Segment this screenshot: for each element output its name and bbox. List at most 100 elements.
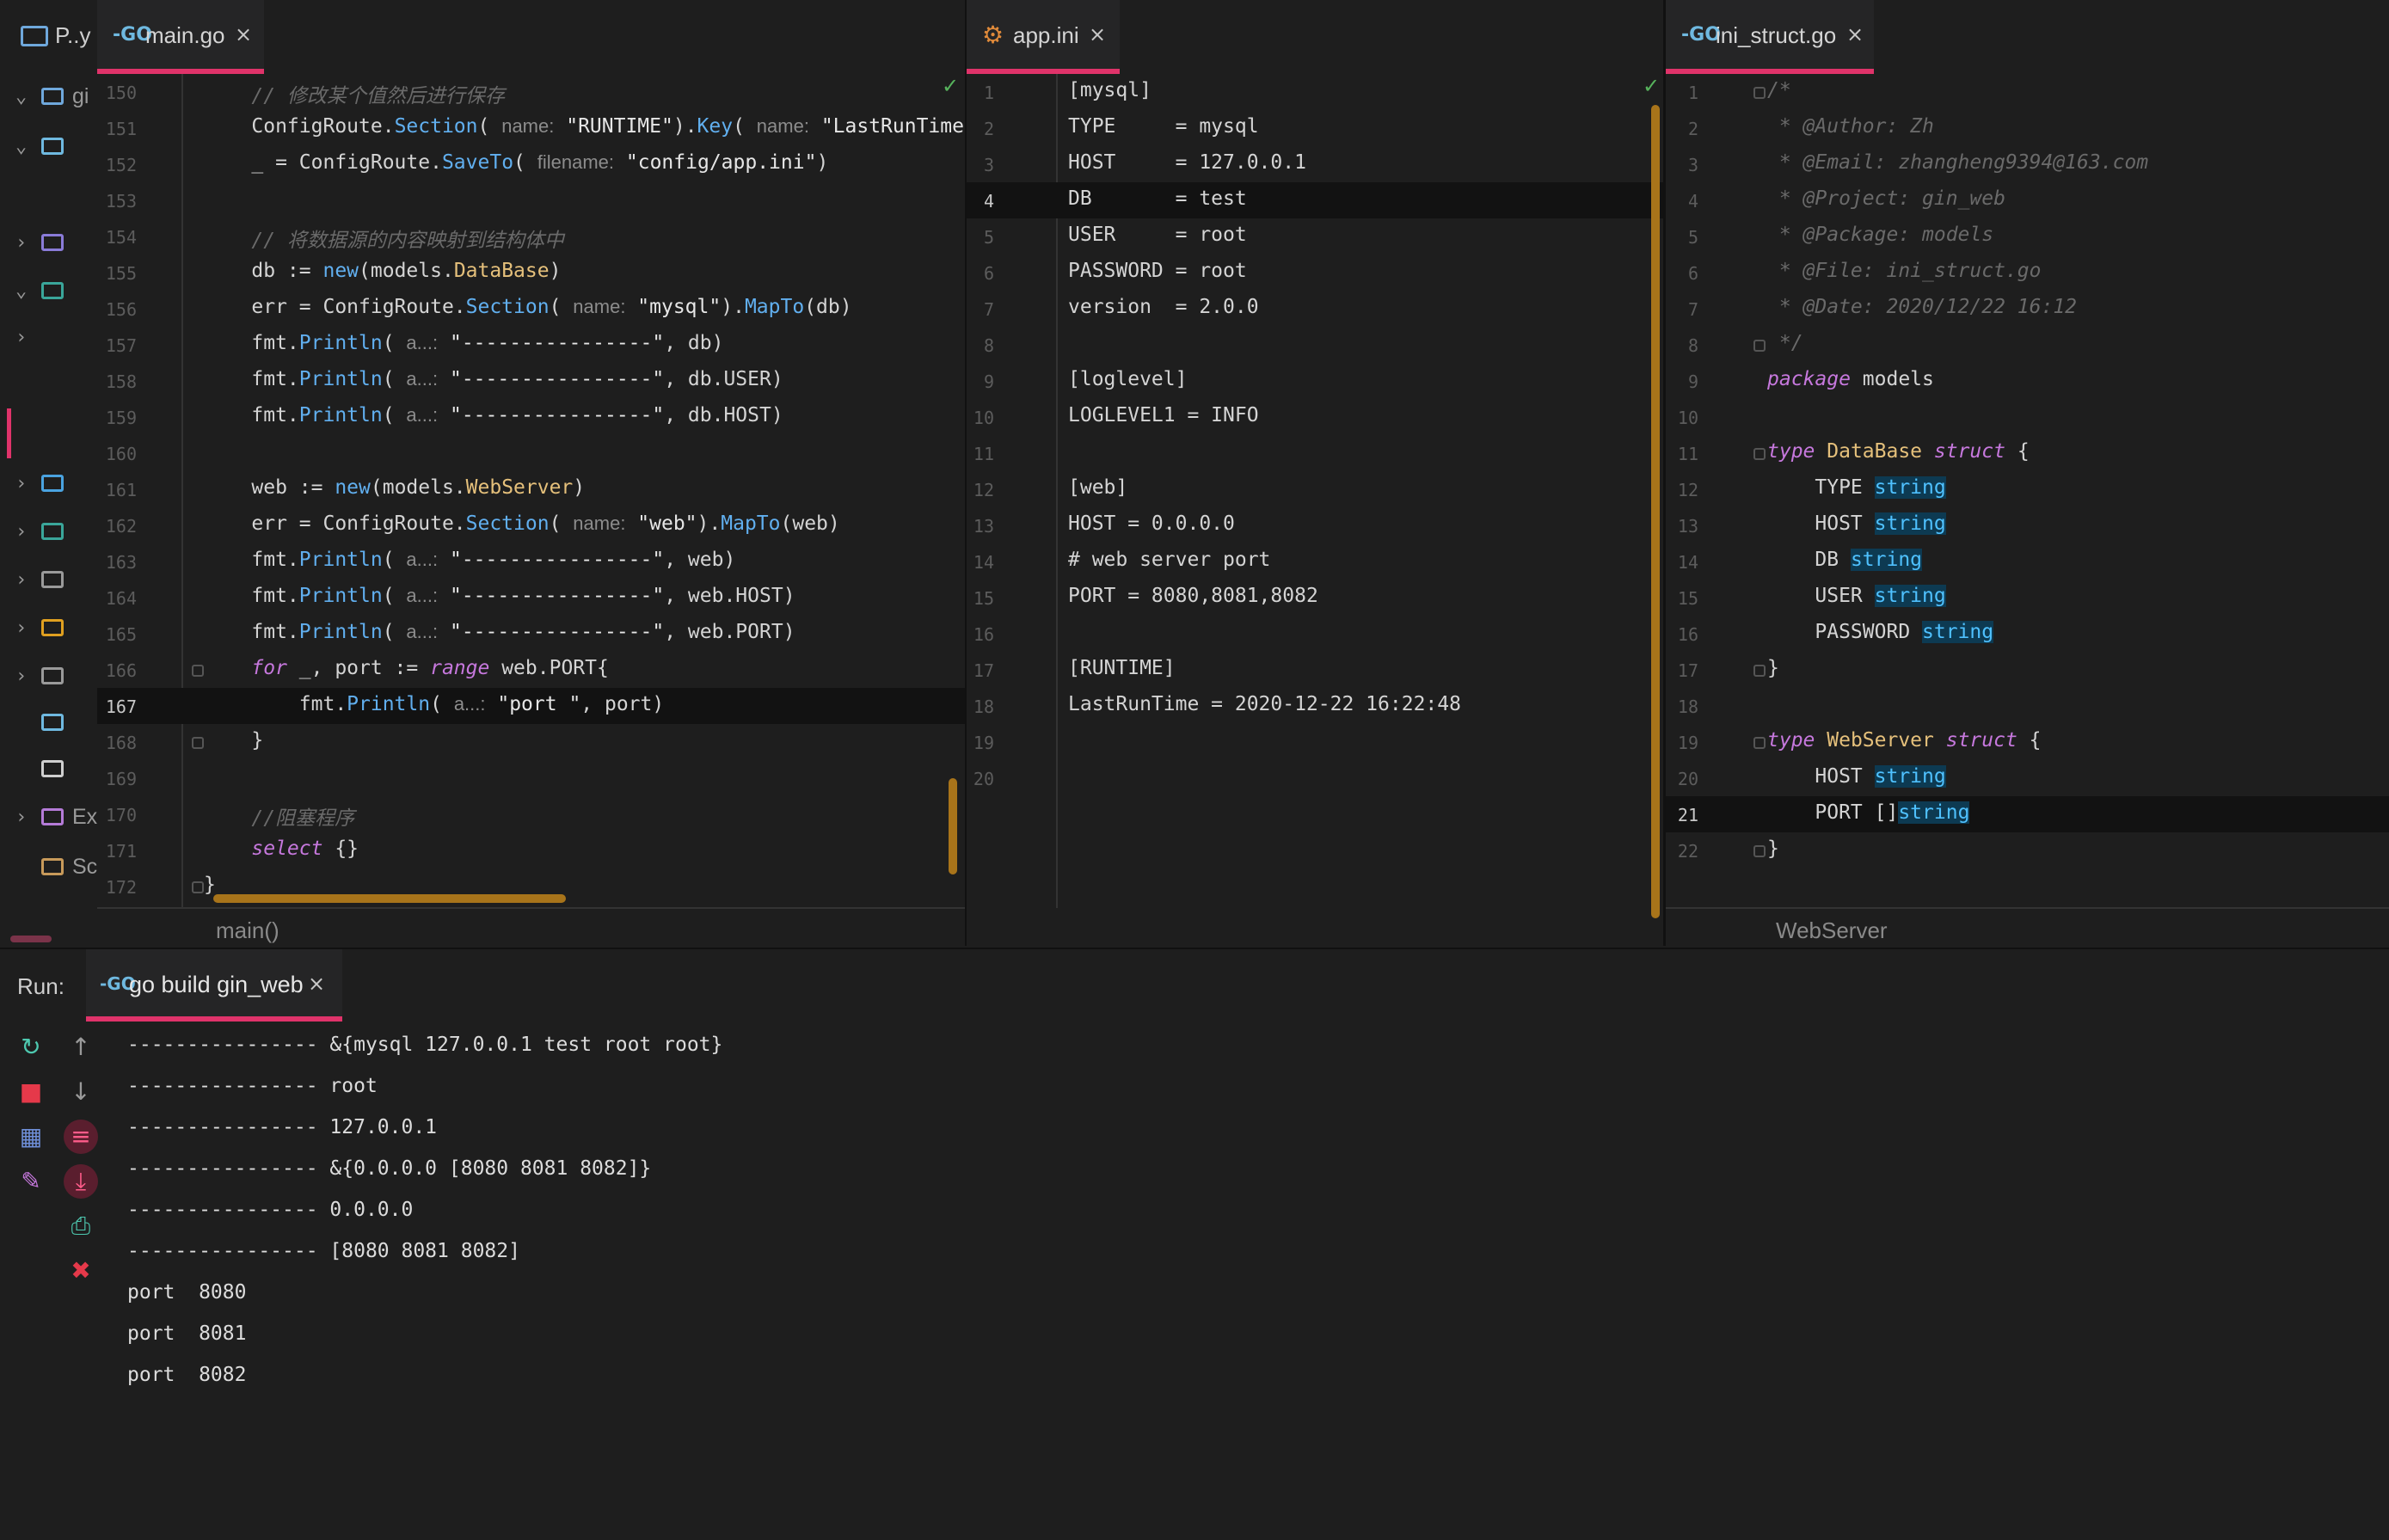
chevron-icon[interactable]: ⌄ [15,280,27,302]
tab-ini-struct-go[interactable]: -GO ini_struct.go × [1666,0,1874,74]
code-line[interactable]: 17 [RUNTIME] [967,652,1663,688]
code-line[interactable]: 19 type WebServer struct { [1666,724,2389,760]
tree-item[interactable]: Sc [0,850,97,884]
code-line[interactable]: 153 [97,182,965,218]
chevron-icon[interactable]: › [15,807,27,828]
code-line[interactable]: 8 */ [1666,327,2389,363]
breadcrumb-item[interactable]: main() [216,917,279,944]
code-line[interactable]: 169 [97,760,965,796]
code-line[interactable]: 11 type DataBase struct { [1666,435,2389,471]
code-line[interactable]: 11 [967,435,1663,471]
code-line[interactable]: 13 HOST = 0.0.0.0 [967,507,1663,543]
code-line[interactable]: 15 PORT = 8080,8081,8082 [967,580,1663,616]
chevron-icon[interactable]: › [15,521,27,543]
code-line[interactable]: 163 fmt.Println( a...: "----------------… [97,543,965,580]
code-line[interactable]: 5 * @Package: models [1666,218,2389,255]
code-line[interactable]: 4 * @Project: gin_web [1666,182,2389,218]
code-line[interactable]: 171 select {} [97,832,965,868]
code-line[interactable]: 152 _ = ConfigRoute.SaveTo( filename: "c… [97,146,965,182]
project-tool-tab[interactable]: P..y [0,0,97,74]
code-line[interactable]: 6 * @File: ini_struct.go [1666,255,2389,291]
tab-main-go[interactable]: -GO main.go × [97,0,264,74]
close-tab-icon[interactable]: × [1846,22,1864,46]
close-tab-icon[interactable]: × [308,972,325,996]
code-line[interactable]: 158 fmt.Println( a...: "----------------… [97,363,965,399]
tree-item[interactable]: › [0,659,97,693]
code-line[interactable]: 6 PASSWORD = root [967,255,1663,291]
code-line[interactable]: 17} [1666,652,2389,688]
code-line[interactable]: 22} [1666,832,2389,868]
code-line[interactable]: 16 [967,616,1663,652]
pin-icon[interactable]: ✎ [14,1164,48,1199]
print-icon[interactable]: ⎙ [64,1209,98,1243]
chevron-icon[interactable]: › [15,327,27,348]
code-line[interactable]: 1 /* [1666,74,2389,110]
code-line[interactable]: 2 * @Author: Zh [1666,110,2389,146]
vertical-scrollbar[interactable] [949,778,957,874]
code-line[interactable]: 150 // 修改某个值然后进行保存 [97,74,965,110]
fold-marker-icon[interactable] [1753,845,1766,857]
code-line[interactable]: 7 * @Date: 2020/12/22 16:12 [1666,291,2389,327]
code-line[interactable]: 12 [web] [967,471,1663,507]
code-line[interactable]: 155 db := new(models.DataBase) [97,255,965,291]
code-line[interactable]: 165 fmt.Println( a...: "----------------… [97,616,965,652]
code-line[interactable]: 157 fmt.Println( a...: "----------------… [97,327,965,363]
code-line[interactable]: 166 for _, port := range web.PORT{ [97,652,965,688]
tree-item[interactable]: › [0,562,97,597]
code-line[interactable]: 7 version = 2.0.0 [967,291,1663,327]
code-line[interactable]: 151 ConfigRoute.Section( name: "RUNTIME"… [97,110,965,146]
horizontal-scrollbar[interactable] [213,894,566,903]
code-line[interactable]: 3 * @Email: zhangheng9394@163.com [1666,146,2389,182]
code-line[interactable]: 20 [967,760,1663,796]
code-line[interactable]: 154 // 将数据源的内容映射到结构体中 [97,218,965,255]
fold-marker-icon[interactable] [192,665,204,677]
tab-app-ini[interactable]: ⚙ app.ini × [967,0,1120,74]
code-line[interactable]: 12 TYPE string [1666,471,2389,507]
layout-icon[interactable]: ▦ [14,1120,48,1154]
tree-item[interactable] [0,705,97,739]
tree-item[interactable]: › [0,514,97,549]
code-line[interactable]: 167 fmt.Println( a...: "port ", port) [97,688,965,724]
chevron-icon[interactable]: ⌄ [15,86,27,107]
tree-item[interactable]: ⌄ [0,129,97,163]
scroll-to-end-icon[interactable]: ⤓ [64,1164,98,1199]
tree-item[interactable] [0,752,97,786]
code-line[interactable]: 10 [1666,399,2389,435]
code-line[interactable]: 9 package models [1666,363,2389,399]
chevron-icon[interactable]: › [15,666,27,687]
tree-item[interactable]: ⌄ [0,273,97,308]
code-line[interactable]: 19 [967,724,1663,760]
chevron-icon[interactable]: › [15,473,27,494]
code-line[interactable]: 14 # web server port [967,543,1663,580]
code-line[interactable]: 160 [97,435,965,471]
up-arrow-icon[interactable]: ↑ [64,1030,98,1065]
soft-wrap-icon[interactable]: ≡ [64,1120,98,1154]
fold-marker-icon[interactable] [1753,665,1766,677]
code-line[interactable]: 170 //阻塞程序 [97,796,965,832]
code-line[interactable]: 21 PORT []string [1666,796,2389,832]
tree-item[interactable]: › [0,466,97,500]
code-line[interactable]: 8 [967,327,1663,363]
breadcrumb-item[interactable]: WebServer [1776,917,1888,944]
code-line[interactable]: 18 [1666,688,2389,724]
code-line[interactable]: 5 USER = root [967,218,1663,255]
code-line[interactable]: 162 err = ConfigRoute.Section( name: "we… [97,507,965,543]
tree-item[interactable]: › [0,225,97,260]
vertical-scrollbar[interactable] [1651,105,1660,918]
code-line[interactable]: 13 HOST string [1666,507,2389,543]
code-line[interactable]: 16 PASSWORD string [1666,616,2389,652]
code-line[interactable]: 159 fmt.Println( a...: "----------------… [97,399,965,435]
fold-marker-icon[interactable] [192,881,204,893]
code-line[interactable]: 15 USER string [1666,580,2389,616]
fold-marker-icon[interactable] [1753,448,1766,460]
code-line[interactable]: 168 } [97,724,965,760]
code-line[interactable]: 3 HOST = 127.0.0.1 [967,146,1663,182]
code-line[interactable]: 164 fmt.Println( a...: "----------------… [97,580,965,616]
fold-marker-icon[interactable] [1753,340,1766,352]
close-tab-icon[interactable]: × [235,22,252,46]
chevron-icon[interactable]: › [15,569,27,591]
fold-marker-icon[interactable] [1753,87,1766,99]
fold-marker-icon[interactable] [1753,737,1766,749]
tree-item[interactable]: › [0,610,97,645]
code-line[interactable]: 9 [loglevel] [967,363,1663,399]
